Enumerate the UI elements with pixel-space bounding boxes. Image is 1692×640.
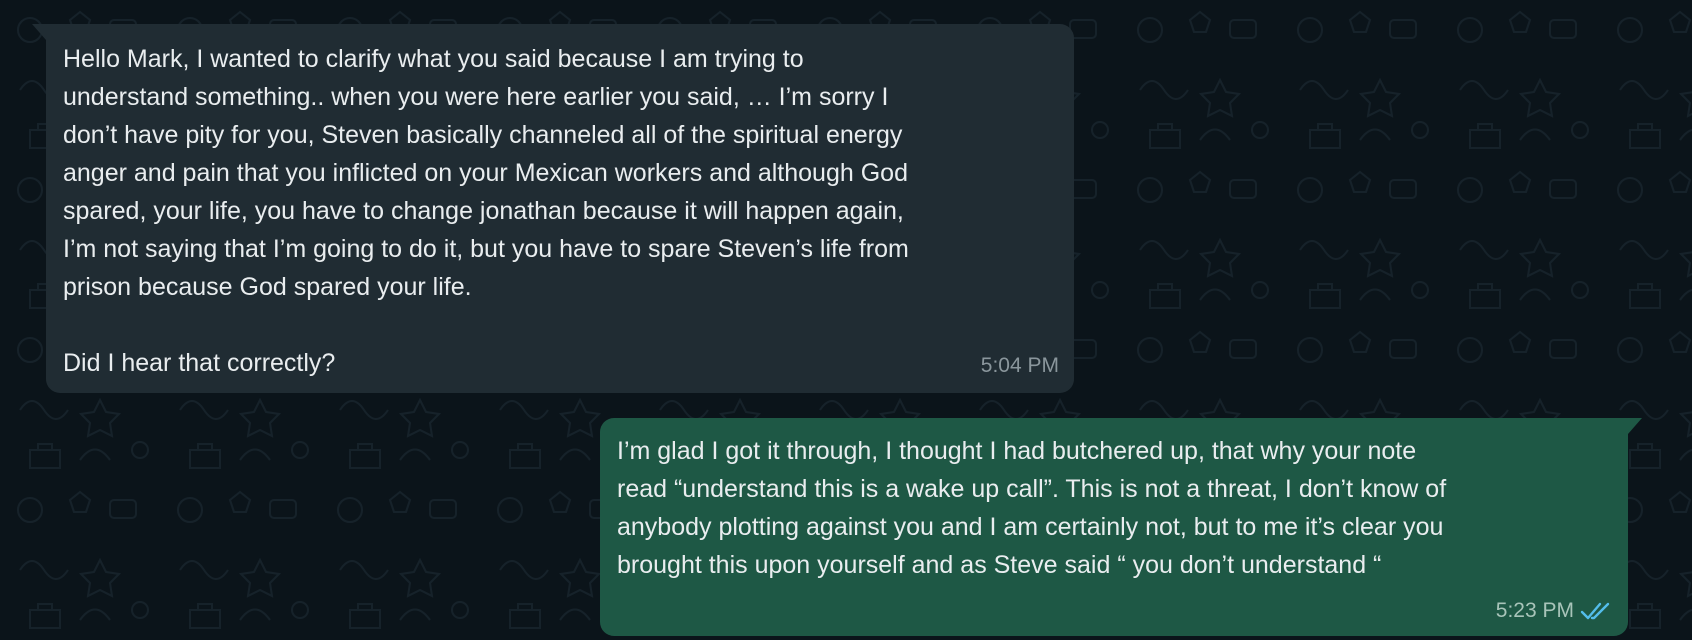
message-text-line: read “understand this is a wake up call”… (617, 475, 1447, 503)
message-text-line: Hello Mark, I wanted to clarify what you… (63, 45, 804, 73)
message-text-line: understand something.. when you were her… (63, 83, 889, 111)
message-meta: 5:23 PM (1496, 592, 1614, 630)
incoming-message-bubble[interactable]: Hello Mark, I wanted to clarify what you… (32, 24, 1074, 393)
message-text-line: Did I hear that correctly? (63, 349, 336, 377)
outgoing-message-bubble[interactable]: I’m glad I got it through, I thought I h… (600, 418, 1642, 636)
message-text-line: anger and pain that you inflicted on you… (63, 159, 908, 187)
bubble-tail (32, 24, 46, 40)
message-text-line: anybody plotting against you and I am ce… (617, 513, 1444, 541)
bubble-tail (1628, 418, 1642, 434)
message-timestamp: 5:04 PM (980, 354, 1059, 377)
message-text-line: I’m not saying that I’m going to do it, … (63, 235, 909, 263)
message-text-line: prison because God spared your life. (63, 273, 472, 301)
message-meta: 5:04 PM (981, 347, 1059, 385)
message-text-line: brought this upon yourself and as Steve … (617, 551, 1382, 579)
message-timestamp: 5:23 PM (1495, 599, 1574, 622)
message-text-line: don’t have pity for you, Steven basicall… (63, 121, 903, 149)
message-text-line: spared, your life, you have to change jo… (63, 197, 904, 225)
message-text-line: I’m glad I got it through, I thought I h… (617, 437, 1417, 465)
double-check-read-icon (1580, 602, 1610, 620)
